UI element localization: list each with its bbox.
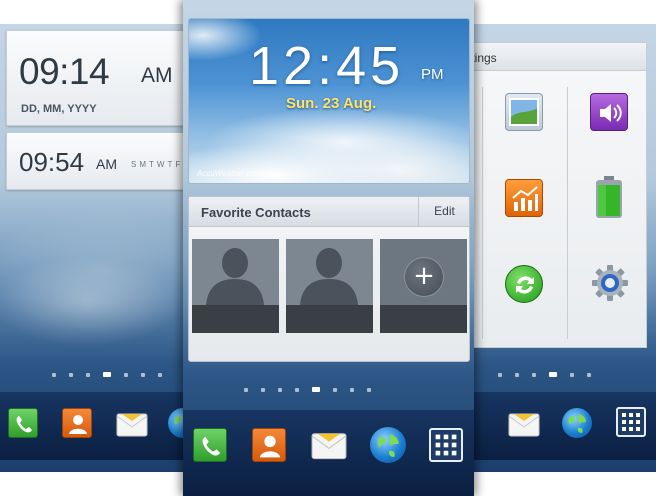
apps-icon[interactable] xyxy=(429,428,463,462)
messages-icon[interactable] xyxy=(311,428,347,462)
dual-clock-widget[interactable]: 09:54 AM SMTWTF xyxy=(6,132,187,190)
sync-icon[interactable] xyxy=(505,265,543,303)
phone-icon[interactable] xyxy=(8,408,38,438)
internet-icon[interactable] xyxy=(370,427,406,463)
page-dot[interactable] xyxy=(86,372,90,377)
weather-clock-date: Sun. 23 Aug. xyxy=(286,95,377,112)
data-usage-icon[interactable] xyxy=(505,179,543,217)
favorite-contacts-title: Favorite Contacts xyxy=(201,205,311,220)
clock-date-format: DD, MM, YYYY xyxy=(21,103,97,115)
page-dot[interactable] xyxy=(570,372,574,377)
divider xyxy=(482,87,483,339)
contact-name-bar xyxy=(286,305,373,333)
page-dot[interactable] xyxy=(69,372,73,377)
page-dot-active[interactable] xyxy=(103,372,111,377)
contact-name-bar xyxy=(192,305,279,333)
page-dot[interactable] xyxy=(587,372,591,377)
page-dot[interactable] xyxy=(498,372,502,377)
dual-clock-ampm: AM xyxy=(96,156,117,172)
contact-tile[interactable] xyxy=(192,239,279,333)
page-dot[interactable] xyxy=(141,372,145,377)
page-dot[interactable] xyxy=(261,387,265,392)
page-dot[interactable] xyxy=(333,387,337,392)
page-dot[interactable] xyxy=(278,387,282,392)
settings-widget-header: ttings xyxy=(466,43,646,71)
weather-brand-logo: AccuWeather.com xyxy=(197,169,262,178)
page-dot[interactable] xyxy=(124,372,128,377)
left-home-screen: 09:14 AM DD, MM, YYYY 09:54 AM SMTWTF xyxy=(0,24,192,472)
page-indicator xyxy=(498,372,591,377)
dock xyxy=(466,392,656,460)
page-dot[interactable] xyxy=(367,387,371,392)
settings-widget: ttings xyxy=(466,42,647,348)
messages-icon[interactable] xyxy=(116,410,148,438)
page-dot[interactable] xyxy=(515,372,519,377)
divider xyxy=(567,87,568,339)
right-home-screen: ttings xyxy=(466,24,656,472)
add-contact-tile[interactable]: + xyxy=(380,239,467,333)
sound-icon[interactable] xyxy=(590,93,628,131)
weather-clock-widget[interactable]: 12:45 PM Sun. 23 Aug. AccuWeather.com xyxy=(188,18,470,184)
page-dot-active[interactable] xyxy=(549,372,557,377)
messages-icon[interactable] xyxy=(508,410,540,438)
dual-clock-weekdays: SMTWTF xyxy=(131,160,184,169)
contact-name-bar xyxy=(380,305,467,333)
gallery-icon[interactable] xyxy=(505,93,543,131)
dual-clock-time: 09:54 xyxy=(19,147,85,177)
clock-ampm: AM xyxy=(141,64,173,87)
edit-button[interactable]: Edit xyxy=(418,197,470,226)
add-contact-icon[interactable]: + xyxy=(404,257,444,297)
favorite-contacts-header: Favorite Contacts Edit xyxy=(189,197,469,227)
person-silhouette-icon xyxy=(206,248,264,305)
contacts-icon[interactable] xyxy=(62,408,92,438)
center-home-screen: 12:45 PM Sun. 23 Aug. AccuWeather.com Fa… xyxy=(183,0,474,496)
page-dot[interactable] xyxy=(532,372,536,377)
phone-icon[interactable] xyxy=(193,428,227,462)
battery-icon[interactable] xyxy=(592,175,626,219)
apps-icon[interactable] xyxy=(616,407,646,437)
weather-clock-ampm: PM xyxy=(421,66,444,83)
favorite-contacts-widget: Favorite Contacts Edit + xyxy=(188,196,470,362)
page-dot[interactable] xyxy=(52,372,56,377)
contact-tile[interactable] xyxy=(286,239,373,333)
page-dot[interactable] xyxy=(244,387,248,392)
clock-widget[interactable]: 09:14 AM DD, MM, YYYY xyxy=(6,30,187,126)
page-indicator xyxy=(52,372,162,377)
page-dot[interactable] xyxy=(350,387,354,392)
page-indicator xyxy=(244,387,371,392)
contacts-icon[interactable] xyxy=(252,428,286,462)
person-silhouette-icon xyxy=(300,248,358,305)
dock xyxy=(183,410,474,496)
page-dot[interactable] xyxy=(295,387,299,392)
settings-gear-icon[interactable] xyxy=(590,263,630,303)
internet-icon[interactable] xyxy=(562,408,592,438)
clock-time: 09:14 xyxy=(19,51,110,92)
page-dot-active[interactable] xyxy=(312,387,320,392)
dock xyxy=(0,392,192,460)
page-dot[interactable] xyxy=(158,372,162,377)
weather-clock-time: 12:45 xyxy=(249,36,405,96)
